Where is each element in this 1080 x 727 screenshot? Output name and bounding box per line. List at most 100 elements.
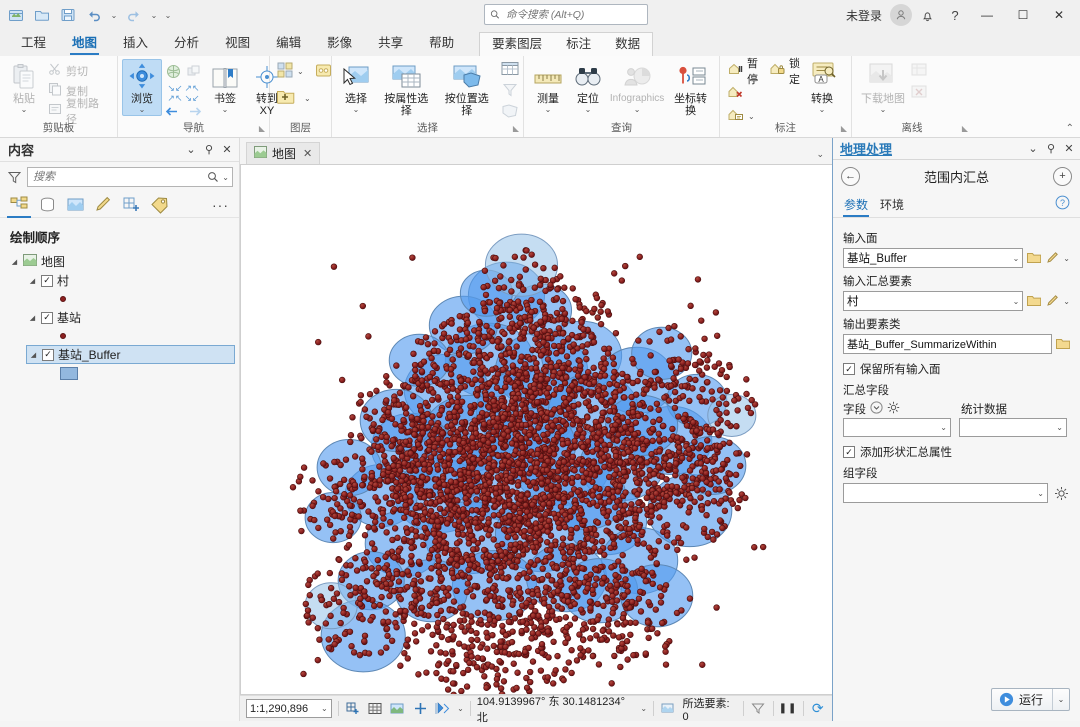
new-project-icon[interactable]: [4, 3, 28, 27]
tab-help[interactable]: 帮助: [416, 29, 467, 56]
attribute-table-icon[interactable]: [501, 61, 519, 79]
chevron-down-icon[interactable]: ⌄: [1013, 254, 1020, 263]
previous-extent-thumb-icon[interactable]: [185, 63, 202, 83]
map-scale-selector[interactable]: 1:1,290,896 ⌄: [246, 699, 332, 718]
copy-path-button[interactable]: 复制路径: [44, 98, 113, 126]
add-shape-summary-checkbox[interactable]: ✓: [843, 446, 855, 458]
map-tools-caret[interactable]: ⌄: [457, 704, 464, 713]
contents-search-input[interactable]: [31, 170, 208, 184]
map-canvas[interactable]: [241, 165, 832, 695]
notifications-bell-icon[interactable]: [914, 3, 940, 27]
browse-input-summary-icon[interactable]: [1027, 292, 1042, 310]
list-by-labeling-tab[interactable]: [146, 193, 172, 217]
next-extent-icon[interactable]: [187, 105, 203, 121]
tab-insert[interactable]: 插入: [110, 29, 161, 56]
tab-edit[interactable]: 编辑: [263, 29, 314, 56]
map-tab-close-icon[interactable]: ✕: [303, 147, 312, 160]
add-to-model-button[interactable]: +: [1053, 166, 1072, 186]
list-by-editing-tab[interactable]: [90, 193, 116, 217]
remove-labels-button[interactable]: [724, 84, 802, 103]
offline-group-expander-icon[interactable]: ◣: [962, 121, 968, 136]
browse-input-polygons-icon[interactable]: [1027, 249, 1042, 267]
back-button[interactable]: ←: [841, 166, 860, 186]
basemap-icon[interactable]: [276, 61, 294, 82]
coordinates-caret[interactable]: ⌄: [640, 704, 647, 713]
tab-imagery[interactable]: 影像: [314, 29, 365, 56]
list-by-selection-tab[interactable]: [62, 193, 88, 217]
toc-item-village[interactable]: ◢ ✓ 村: [26, 271, 239, 290]
select-by-location-button[interactable]: 按位置选择: [437, 59, 498, 119]
infographics-caret[interactable]: ⌄: [634, 106, 641, 114]
tab-project[interactable]: 工程: [8, 29, 59, 56]
customize-qat-icon[interactable]: ⌄: [162, 3, 174, 27]
zoom-in-fixed-icon[interactable]: ↘↙: [167, 83, 182, 93]
basemap-caret[interactable]: ⌄: [297, 67, 304, 76]
map-view-tab[interactable]: 地图 ✕: [246, 142, 321, 164]
close-button[interactable]: ✕: [1042, 0, 1076, 30]
zoom-next-corner-icon[interactable]: ↘↙: [185, 93, 200, 103]
tab-map[interactable]: 地图: [59, 29, 110, 56]
tab-view[interactable]: 视图: [212, 29, 263, 56]
infographics-button[interactable]: Infographics ⌄: [608, 59, 666, 116]
pause-drawing-button[interactable]: ❚❚: [779, 700, 797, 718]
undo-dropdown-caret[interactable]: ⌄: [108, 3, 120, 27]
contents-search-caret[interactable]: ⌄: [222, 173, 229, 182]
expand-triangle-icon[interactable]: ◢: [29, 351, 38, 359]
zoom-to-selection-icon[interactable]: [501, 103, 519, 121]
contents-close-icon[interactable]: ✕: [219, 141, 235, 159]
navigate-group-expander-icon[interactable]: ◣: [259, 121, 265, 136]
bookmarks-button[interactable]: 书签 ⌄: [205, 59, 245, 116]
clear-selection-status-icon[interactable]: [750, 700, 767, 718]
summary-statistic-select[interactable]: ⌄: [959, 418, 1067, 437]
expand-triangle-icon[interactable]: ◢: [28, 277, 37, 285]
group-field-select[interactable]: ⌄: [843, 483, 1048, 503]
layer-visibility-checkbox[interactable]: ✓: [42, 348, 54, 361]
command-search-input[interactable]: [503, 7, 642, 22]
draw-input-summary-icon[interactable]: [1045, 292, 1059, 310]
run-button-caret[interactable]: ⌄: [1052, 688, 1069, 710]
map-scale-caret[interactable]: ⌄: [321, 704, 328, 713]
save-project-icon[interactable]: [56, 3, 80, 27]
layer-visibility-checkbox[interactable]: ✓: [41, 311, 53, 324]
input-summary-tool-caret[interactable]: ⌄: [1063, 297, 1070, 306]
group-field-settings-gear-icon[interactable]: [1052, 484, 1070, 502]
paste-caret[interactable]: ⌄: [21, 106, 28, 114]
contents-menu-caret-icon[interactable]: ⌄: [183, 141, 199, 159]
download-map-button[interactable]: 下载地图 ⌄: [856, 59, 910, 116]
contents-more-options-icon[interactable]: ···: [212, 197, 233, 213]
layer-visibility-checkbox[interactable]: ✓: [41, 274, 53, 287]
refresh-map-button[interactable]: ⟳: [810, 700, 827, 718]
redo-dropdown-caret[interactable]: ⌄: [148, 3, 160, 27]
collapse-ribbon-icon[interactable]: ⌃: [1066, 123, 1074, 134]
list-by-snapping-tab[interactable]: [118, 193, 144, 217]
convert-labels-button[interactable]: A 转换 ⌄: [802, 59, 842, 116]
maximize-button[interactable]: ☐: [1006, 0, 1040, 30]
browse-output-icon[interactable]: [1056, 335, 1070, 353]
keep-all-polygons-row[interactable]: ✓ 保留所有输入面: [843, 361, 1070, 377]
add-data-icon[interactable]: [276, 88, 296, 109]
geoprocessing-pin-icon[interactable]: ⚲: [1043, 140, 1059, 158]
command-search[interactable]: [484, 4, 648, 25]
download-map-caret[interactable]: ⌄: [880, 106, 887, 114]
expand-triangle-icon[interactable]: ◢: [28, 314, 37, 322]
input-polygons-select[interactable]: 基站_Buffer ⌄: [843, 248, 1024, 268]
sign-in-label[interactable]: 未登录: [840, 7, 888, 24]
crosshair-status-icon[interactable]: [412, 700, 429, 718]
open-project-icon[interactable]: [30, 3, 54, 27]
list-by-drawing-order-tab[interactable]: [6, 193, 32, 218]
clipboard-layer-icon[interactable]: [315, 63, 332, 81]
paste-button[interactable]: 粘贴 ⌄: [4, 59, 44, 116]
redo-icon[interactable]: [122, 3, 146, 27]
summary-field-select[interactable]: ⌄: [843, 418, 951, 437]
contents-pin-icon[interactable]: ⚲: [201, 141, 217, 159]
lock-labels-button[interactable]: 锁定: [766, 58, 804, 86]
undo-icon[interactable]: [82, 3, 106, 27]
add-data-caret[interactable]: ⌄: [304, 94, 311, 103]
tab-data[interactable]: 数据: [603, 30, 652, 56]
selection-group-expander-icon[interactable]: ◣: [513, 121, 519, 136]
toc-item-basestation[interactable]: ◢ ✓ 基站: [26, 308, 239, 327]
field-dropdown-icon[interactable]: [870, 401, 883, 417]
add-data-status-icon[interactable]: [345, 700, 362, 718]
toc-item-basestation-buffer[interactable]: ◢ ✓ 基站_Buffer: [26, 345, 235, 364]
tool-help-icon[interactable]: ?: [1055, 195, 1070, 216]
